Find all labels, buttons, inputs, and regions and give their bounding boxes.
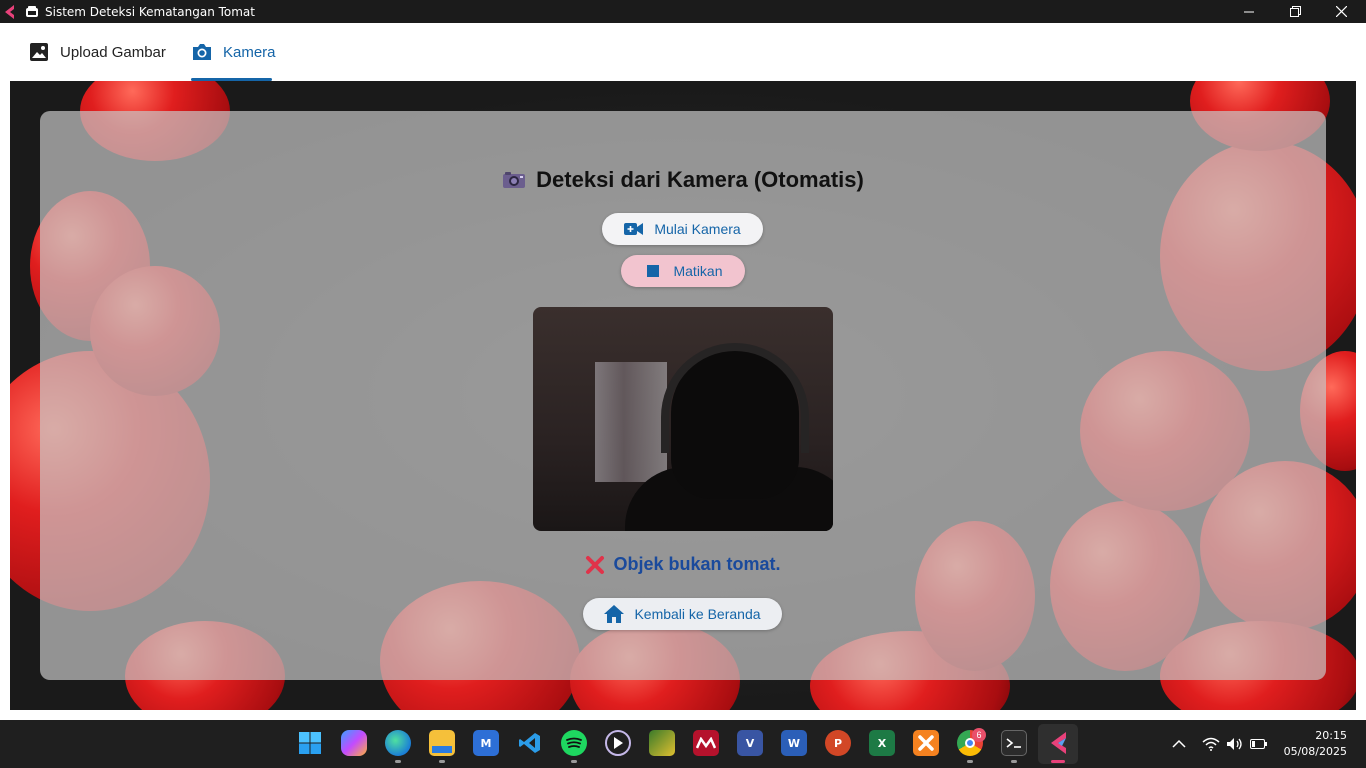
edge-icon[interactable]	[385, 730, 411, 756]
excel-icon[interactable]: X	[869, 730, 895, 756]
visual-studio-icon[interactable]: M	[473, 730, 499, 756]
photos-icon[interactable]	[649, 730, 675, 756]
stop-camera-button[interactable]: Matikan	[621, 255, 745, 287]
flutter-app-icon[interactable]	[1045, 730, 1071, 756]
detection-result-text: Objek bukan tomat.	[613, 554, 781, 574]
tab-upload-gambar[interactable]: Upload Gambar	[28, 23, 166, 81]
media-player-icon[interactable]	[605, 730, 631, 756]
chrome-notification-badge: 6	[972, 728, 986, 742]
image-icon	[28, 41, 50, 63]
start-camera-button[interactable]: Mulai Kamera	[602, 213, 763, 245]
minimize-button[interactable]	[1226, 0, 1272, 23]
running-indicator	[571, 760, 577, 763]
start-button[interactable]	[297, 730, 323, 756]
close-button[interactable]	[1318, 0, 1364, 23]
tab-bar: Upload Gambar Kamera	[0, 23, 1366, 81]
word-icon[interactable]: W	[781, 730, 807, 756]
windows-logo-icon	[299, 732, 321, 754]
page-title: Deteksi dari Kamera (Otomatis)	[40, 167, 1326, 193]
back-arrow-icon	[5, 4, 14, 19]
back-to-home-label: Kembali ke Beranda	[634, 606, 761, 622]
stop-camera-label: Matikan	[673, 263, 723, 279]
close-icon	[1335, 6, 1347, 17]
clock-date: 05/08/2025	[1283, 745, 1347, 758]
camera-feed-background	[595, 362, 667, 482]
tab-upload-gambar-label: Upload Gambar	[60, 43, 166, 61]
taskbar: M V W P X 6 20:15 05/08/2025	[0, 720, 1366, 768]
camera-emoji-icon	[503, 172, 526, 188]
back-button[interactable]	[0, 0, 20, 23]
camera-feed-headphones	[661, 343, 809, 453]
restore-icon	[1289, 6, 1301, 17]
home-icon	[604, 605, 625, 623]
back-to-home-button[interactable]: Kembali ke Beranda	[583, 598, 782, 630]
active-indicator	[1051, 760, 1065, 763]
battery-icon	[1250, 739, 1267, 749]
battery-button[interactable]	[1250, 720, 1268, 768]
clock-time: 20:15	[1315, 729, 1347, 742]
video-camera-icon	[624, 220, 644, 238]
window-title: Sistem Deteksi Kematangan Tomat	[45, 4, 255, 19]
volume-button[interactable]	[1226, 720, 1244, 768]
chevron-up-icon	[1172, 739, 1186, 748]
restore-button[interactable]	[1272, 0, 1318, 23]
camera-feed	[533, 307, 833, 531]
xampp-icon[interactable]	[913, 730, 939, 756]
mendeley-icon[interactable]	[693, 730, 719, 756]
minimize-icon	[1244, 11, 1254, 12]
content-area: Deteksi dari Kamera (Otomatis) Mulai Kam…	[10, 81, 1356, 710]
tab-kamera-label: Kamera	[223, 43, 276, 61]
cross-mark-icon	[586, 555, 605, 574]
visio-icon[interactable]: V	[737, 730, 763, 756]
running-indicator	[967, 760, 973, 763]
terminal-icon[interactable]	[1001, 730, 1027, 756]
system-clock[interactable]: 20:15 05/08/2025	[1284, 728, 1347, 760]
running-indicator	[395, 760, 401, 763]
powerpoint-icon[interactable]: P	[825, 730, 851, 756]
detection-result: Objek bukan tomat.	[40, 554, 1326, 575]
camera-icon	[191, 41, 213, 63]
tab-kamera[interactable]: Kamera	[191, 23, 276, 81]
app-icon	[26, 5, 38, 17]
file-explorer-icon[interactable]	[429, 730, 455, 756]
stop-icon	[643, 262, 663, 280]
running-indicator	[439, 760, 445, 763]
wifi-icon	[1202, 737, 1220, 751]
spotify-icon[interactable]	[561, 730, 587, 756]
running-indicator	[1011, 760, 1017, 763]
copilot-icon[interactable]	[341, 730, 367, 756]
speaker-icon	[1227, 738, 1242, 750]
show-hidden-icons-button[interactable]	[1172, 720, 1186, 768]
title-bar: Sistem Deteksi Kematangan Tomat	[0, 0, 1366, 23]
camera-panel: Deteksi dari Kamera (Otomatis) Mulai Kam…	[40, 111, 1326, 680]
vscode-icon[interactable]	[517, 730, 543, 756]
start-camera-label: Mulai Kamera	[654, 221, 741, 237]
page-title-text: Deteksi dari Kamera (Otomatis)	[536, 167, 864, 192]
network-button[interactable]	[1202, 720, 1220, 768]
